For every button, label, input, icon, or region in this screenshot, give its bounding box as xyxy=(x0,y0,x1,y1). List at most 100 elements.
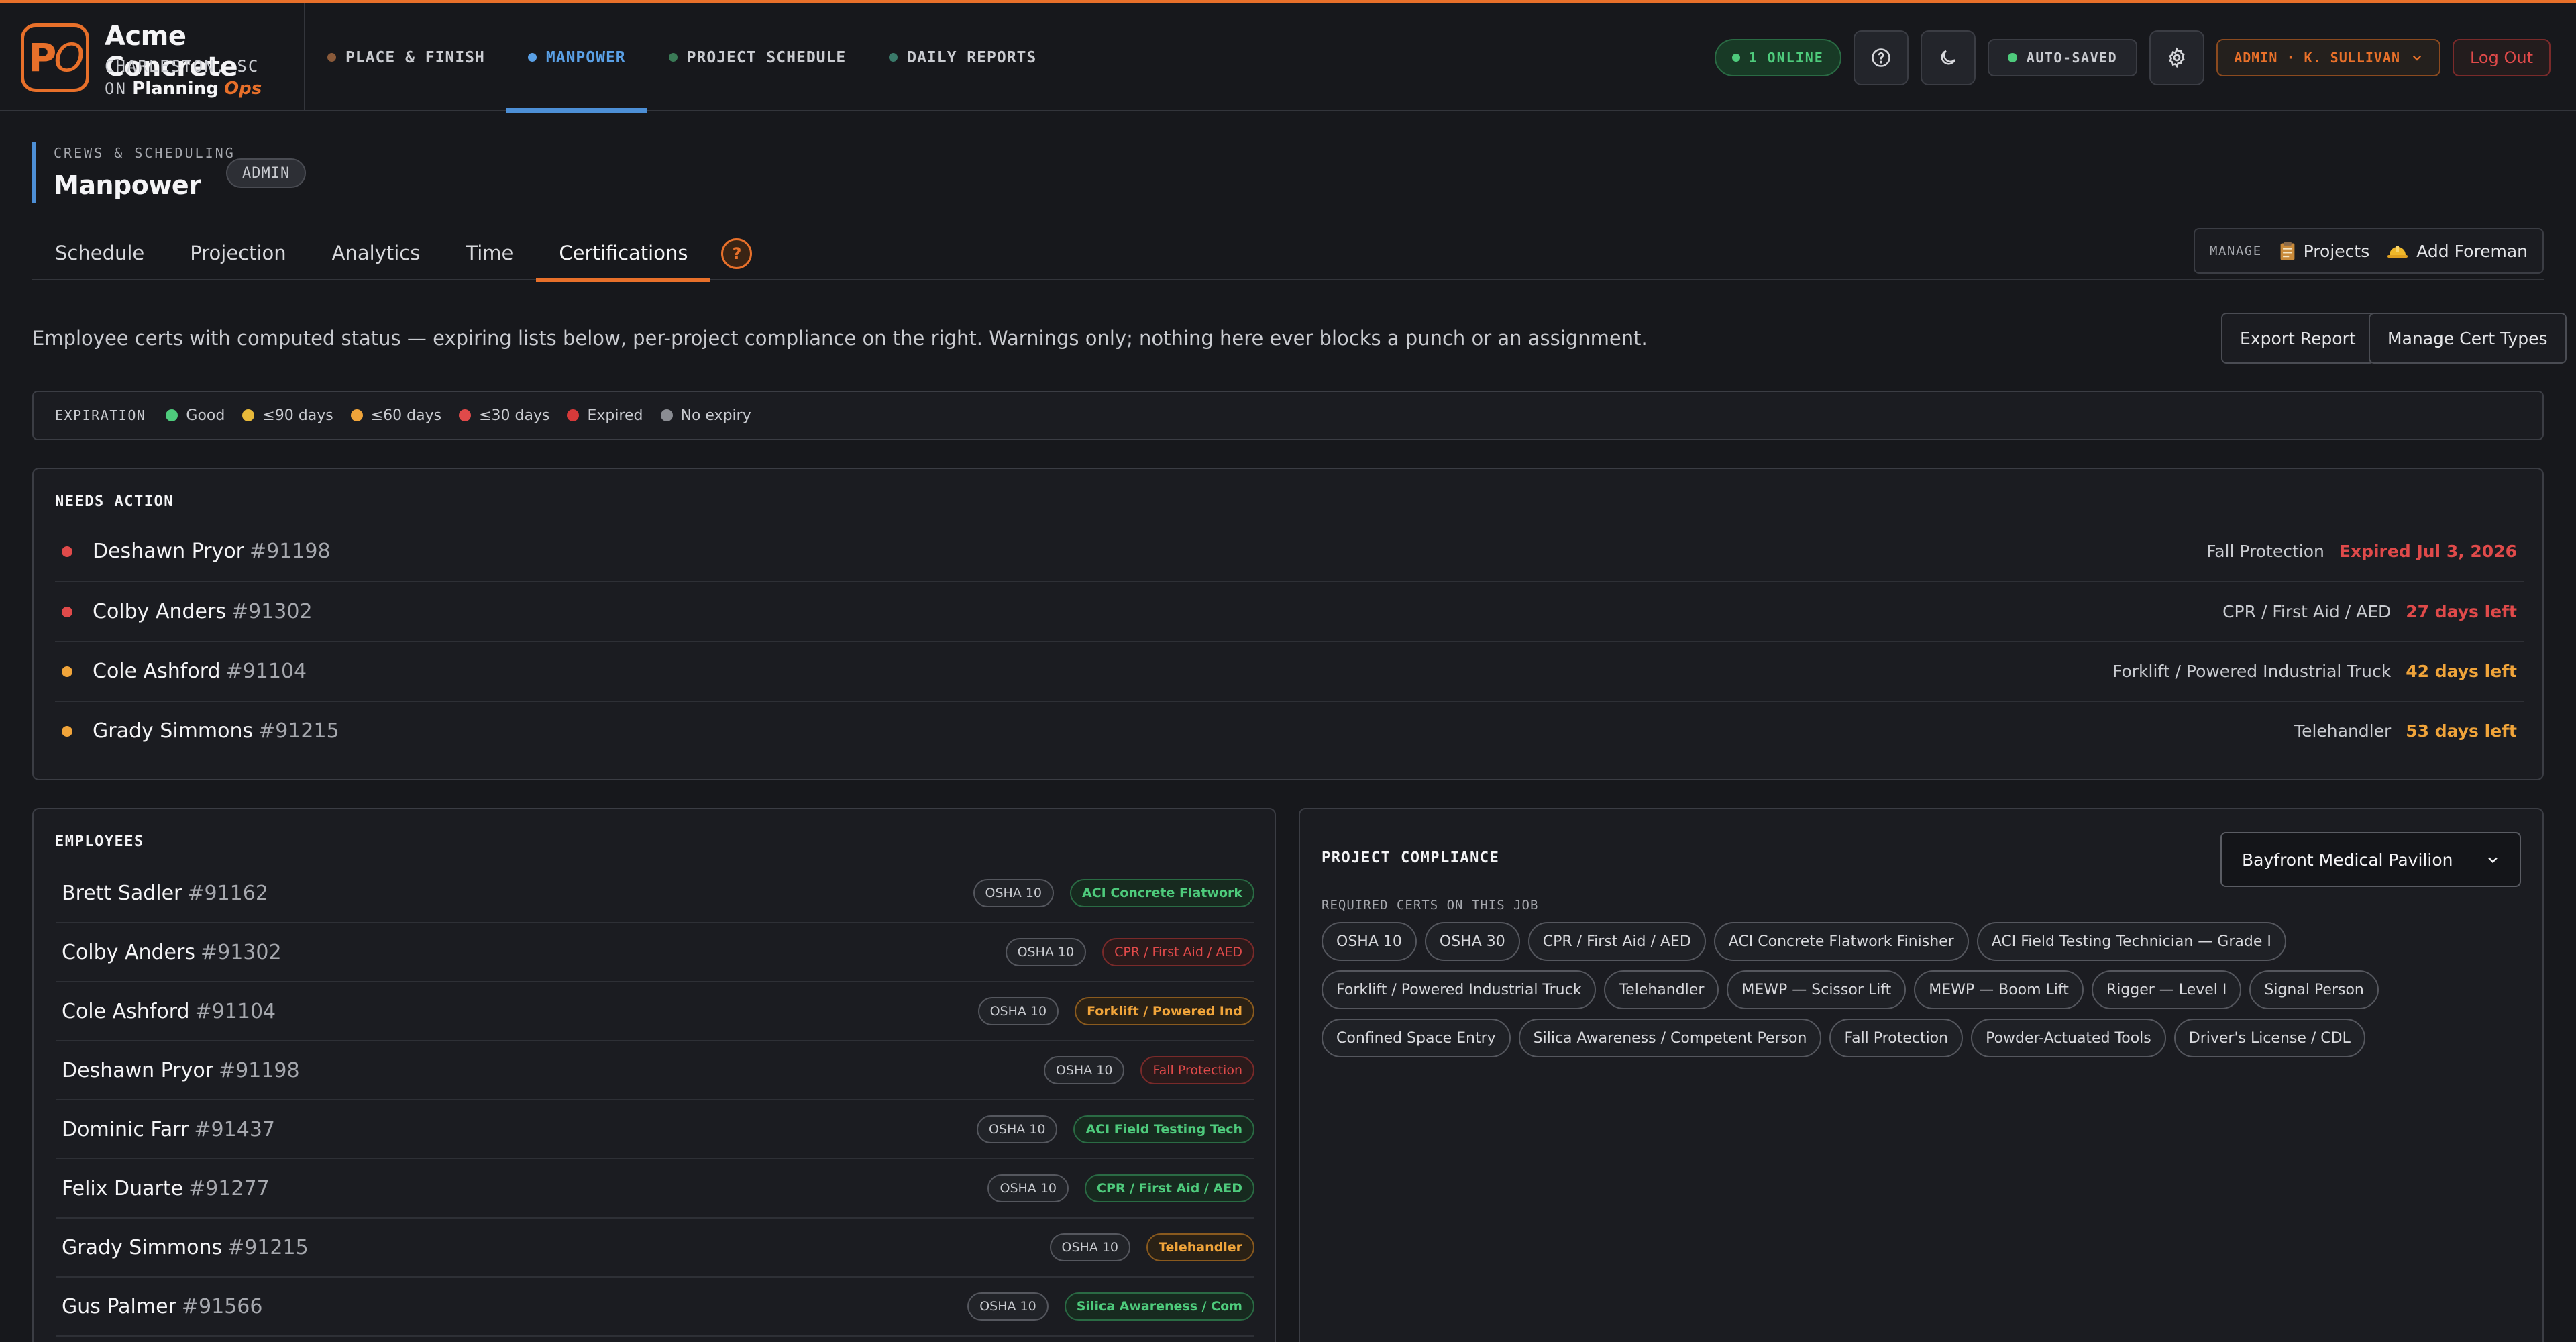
table-row[interactable]: Gus Palmer #91566 OSHA 10 Silica Awarene… xyxy=(56,1278,1254,1337)
cert-tag: OSHA 10 xyxy=(1005,938,1087,966)
manage-box: MANAGE Projects Add Foreman xyxy=(2194,228,2544,274)
nav-dot xyxy=(668,53,678,62)
cert-tag: OSHA 10 xyxy=(987,1174,1069,1202)
certifications-help-button[interactable]: ? xyxy=(721,238,753,269)
required-cert-chip: Powder-Actuated Tools xyxy=(1971,1019,2166,1057)
main-nav: PLACE & FINISH MANPOWER PROJECT SCHEDULE… xyxy=(306,3,1058,113)
company-location: CHARLESTON, SC xyxy=(105,57,260,76)
cert-tag: Telehandler xyxy=(1146,1233,1254,1261)
autosave-dot xyxy=(2007,52,2017,62)
theme-toggle-button[interactable] xyxy=(1920,30,1976,85)
help-button[interactable] xyxy=(1853,30,1909,85)
required-certs-list: OSHA 10 OSHA 30 CPR / First Aid / AED AC… xyxy=(1322,922,2522,1057)
table-row[interactable]: Brett Sadler #91162 OSHA 10 ACI Concrete… xyxy=(56,864,1254,923)
online-dot xyxy=(1732,53,1741,62)
header-actions: 1 ONLINE AUTO-SAVED ADMIN · K. SULLIVAN xyxy=(1715,3,2551,111)
required-cert-chip: Forklift / Powered Industrial Truck xyxy=(1322,970,1597,1009)
project-compliance-card: PROJECT COMPLIANCE Bayfront Medical Pavi… xyxy=(1299,808,2544,1342)
clipboard-icon xyxy=(2280,242,2295,260)
settings-button[interactable] xyxy=(2149,30,2205,85)
status-dot xyxy=(62,666,72,677)
manage-projects-link[interactable]: Projects xyxy=(2279,241,2369,261)
list-item[interactable]: Grady Simmons #91215 Telehandler 53 days… xyxy=(55,701,2524,760)
role-badge: ADMIN xyxy=(226,158,307,188)
compliance-title: PROJECT COMPLIANCE xyxy=(1322,849,1500,866)
tab-time[interactable]: Time xyxy=(443,225,536,280)
cert-tag: CPR / First Aid / AED xyxy=(1085,1174,1254,1202)
legend-item-no-expiry: No expiry xyxy=(660,407,751,424)
table-row[interactable]: Cole Ashford #91104 OSHA 10 Forklift / P… xyxy=(56,982,1254,1041)
chevron-down-icon xyxy=(2488,857,2498,864)
top-bar: PO Acme Concrete CHARLESTON, SC ON Plann… xyxy=(0,0,2576,113)
required-cert-chip: OSHA 10 xyxy=(1322,922,1417,961)
legend-item-30: ≤30 days xyxy=(459,407,549,424)
cert-tag: OSHA 10 xyxy=(976,1115,1058,1143)
table-row[interactable]: Felix Duarte #91277 OSHA 10 CPR / First … xyxy=(56,1159,1254,1219)
nav-manpower[interactable]: MANPOWER xyxy=(506,3,647,113)
tab-analytics[interactable]: Analytics xyxy=(309,225,443,280)
page-title: Manpower xyxy=(54,170,201,200)
legend-item-90: ≤90 days xyxy=(242,407,333,424)
nav-place-finish[interactable]: PLACE & FINISH xyxy=(306,3,506,111)
tab-certifications[interactable]: Certifications xyxy=(536,225,711,282)
status-dot xyxy=(62,546,72,557)
manage-cert-types-button[interactable]: Manage Cert Types xyxy=(2369,313,2567,364)
autosave-status: AUTO-SAVED xyxy=(1987,38,2138,76)
legend-item-good: Good xyxy=(166,407,225,424)
moon-icon xyxy=(1941,50,1955,64)
tab-bar: Schedule Projection Analytics Time Certi… xyxy=(32,225,2544,282)
list-item[interactable]: Colby Anders #91302 CPR / First Aid / AE… xyxy=(55,581,2524,641)
table-row[interactable]: Dominic Farr #91437 OSHA 10 ACI Field Te… xyxy=(56,1100,1254,1159)
legend-item-expired: Expired xyxy=(567,407,643,424)
employees-card: EMPLOYEES Brett Sadler #91162 OSHA 10 AC… xyxy=(32,808,1276,1342)
table-row[interactable]: Colby Anders #91302 OSHA 10 CPR / First … xyxy=(56,923,1254,982)
hard-hat-icon xyxy=(2387,246,2408,258)
table-row[interactable]: Deshawn Pryor #91198 OSHA 10 Fall Protec… xyxy=(56,1041,1254,1100)
cert-tag: CPR / First Aid / AED xyxy=(1102,938,1254,966)
product-name: ON Planning Ops xyxy=(105,79,262,99)
tab-projection[interactable]: Projection xyxy=(167,225,309,280)
required-cert-chip: Telehandler xyxy=(1604,970,1719,1009)
required-cert-chip: Rigger — Level I xyxy=(2091,970,2242,1009)
required-cert-chip: Fall Protection xyxy=(1829,1019,1964,1057)
required-cert-chip: ACI Field Testing Technician — Grade I xyxy=(1976,922,2286,961)
chevron-down-icon xyxy=(2412,55,2422,61)
page-eyebrow: CREWS & SCHEDULING xyxy=(54,145,235,161)
export-report-button[interactable]: Export Report xyxy=(2221,313,2375,364)
required-cert-chip: Confined Space Entry xyxy=(1322,1019,1511,1057)
account-menu-button[interactable]: ADMIN · K. SULLIVAN xyxy=(2216,38,2440,76)
list-item[interactable]: Deshawn Pryor #91198 Fall Protection Exp… xyxy=(55,521,2524,581)
project-select[interactable]: Bayfront Medical Pavilion xyxy=(2220,832,2521,887)
cert-tag: Fall Protection xyxy=(1140,1056,1254,1084)
required-cert-chip: Silica Awareness / Competent Person xyxy=(1518,1019,1822,1057)
required-cert-chip: CPR / First Aid / AED xyxy=(1527,922,1706,961)
cert-tag: OSHA 10 xyxy=(1043,1056,1125,1084)
help-icon xyxy=(1872,48,1890,67)
nav-project-schedule[interactable]: PROJECT SCHEDULE xyxy=(647,3,868,111)
table-row[interactable]: Grady Simmons #91215 OSHA 10 Telehandler xyxy=(56,1219,1254,1278)
required-certs-label: REQUIRED CERTS ON THIS JOB xyxy=(1322,898,1539,913)
gear-icon xyxy=(2169,46,2185,68)
nav-dot xyxy=(527,53,537,62)
online-status: 1 ONLINE xyxy=(1715,38,1841,76)
status-dot xyxy=(62,606,72,617)
page-header: CREWS & SCHEDULING Manpower xyxy=(32,142,235,203)
required-cert-chip: Driver's License / CDL xyxy=(2174,1019,2365,1057)
tab-schedule[interactable]: Schedule xyxy=(32,225,167,280)
nav-dot xyxy=(889,53,898,62)
nav-daily-reports[interactable]: DAILY REPORTS xyxy=(867,3,1058,111)
status-dot xyxy=(62,725,72,737)
intro-text: Employee certs with computed status — ex… xyxy=(32,327,1648,350)
required-cert-chip: MEWP — Scissor Lift xyxy=(1727,970,1907,1009)
brand[interactable]: PO Acme Concrete CHARLESTON, SC ON Plann… xyxy=(0,3,305,111)
add-foreman-link[interactable]: Add Foreman xyxy=(2387,242,2528,261)
cert-tag: OSHA 10 xyxy=(977,997,1059,1025)
logout-button[interactable]: Log Out xyxy=(2452,38,2551,76)
required-cert-chip: OSHA 30 xyxy=(1424,922,1520,961)
cert-tag: Forklift / Powered Ind xyxy=(1075,997,1254,1025)
logo: PO xyxy=(21,23,89,92)
list-item[interactable]: Cole Ashford #91104 Forklift / Powered I… xyxy=(55,641,2524,701)
cert-tag: ACI Concrete Flatwork xyxy=(1070,879,1254,907)
tab-list: Schedule Projection Analytics Time Certi… xyxy=(32,225,753,282)
status-text: 53 days left xyxy=(2406,721,2517,741)
